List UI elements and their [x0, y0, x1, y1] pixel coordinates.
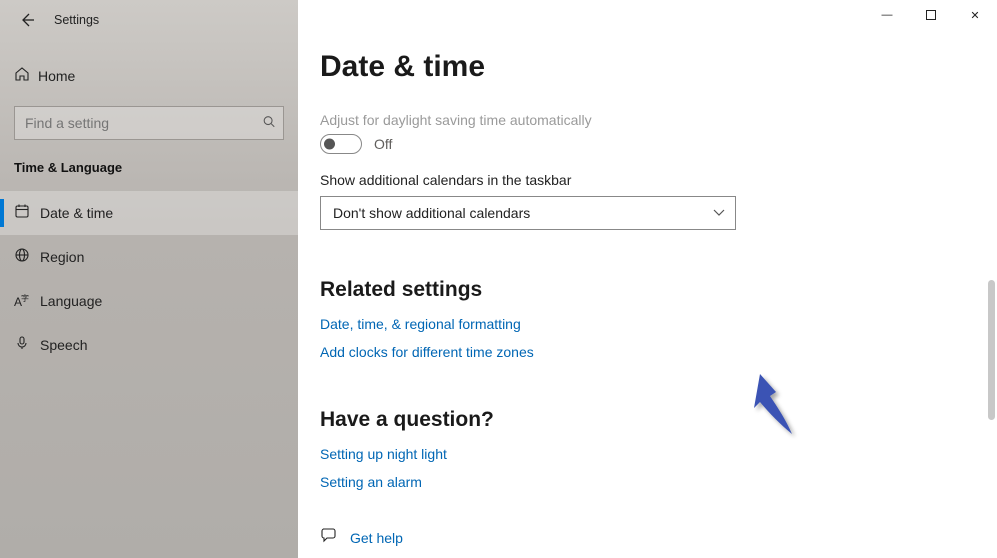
home-icon	[14, 66, 38, 86]
maximize-icon	[926, 10, 936, 20]
nav-item-label: Region	[40, 249, 84, 265]
toggle-knob	[324, 139, 335, 150]
nav-list: Date & time Region A字 Language Speech	[0, 191, 298, 367]
back-arrow-icon	[19, 12, 35, 28]
chevron-down-icon	[713, 206, 725, 220]
nav-item-label: Language	[40, 293, 102, 309]
search-row	[14, 106, 284, 140]
nav-item-label: Speech	[40, 337, 87, 353]
category-heading: Time & Language	[0, 140, 298, 183]
additional-cal-dropdown[interactable]: Don't show additional calendars	[320, 196, 736, 230]
link-add-clocks[interactable]: Add clocks for different time zones	[320, 344, 973, 360]
close-button[interactable]: ✕	[953, 0, 997, 30]
main-content: — ✕ Date & time Adjust for daylight savi…	[298, 0, 997, 558]
nav-speech[interactable]: Speech	[0, 323, 298, 367]
maximize-button[interactable]	[909, 0, 953, 30]
search-input[interactable]	[14, 106, 284, 140]
app-title: Settings	[54, 13, 99, 27]
globe-icon	[14, 247, 40, 267]
home-label: Home	[38, 68, 75, 84]
dst-state: Off	[374, 136, 392, 152]
link-get-help[interactable]: Get help	[350, 530, 403, 546]
nav-language[interactable]: A字 Language	[0, 279, 298, 323]
scrollbar[interactable]	[988, 60, 995, 548]
nav-date-time[interactable]: Date & time	[0, 191, 298, 235]
scroll-thumb[interactable]	[988, 280, 995, 420]
related-heading: Related settings	[320, 278, 973, 302]
window-chrome: — ✕	[865, 0, 997, 30]
dropdown-value: Don't show additional calendars	[333, 205, 530, 221]
clock-icon	[14, 203, 40, 223]
link-setting-alarm[interactable]: Setting an alarm	[320, 474, 973, 490]
question-heading: Have a question?	[320, 408, 973, 432]
dst-toggle[interactable]	[320, 134, 362, 154]
nav-region[interactable]: Region	[0, 235, 298, 279]
page-title: Date & time	[320, 50, 973, 84]
mic-icon	[14, 335, 40, 355]
dst-label: Adjust for daylight saving time automati…	[320, 112, 973, 128]
sidebar: Settings Home Time & Language	[0, 0, 298, 558]
additional-cal-label: Show additional calendars in the taskbar	[320, 172, 973, 188]
language-icon: A字	[14, 293, 40, 309]
link-night-light[interactable]: Setting up night light	[320, 446, 973, 462]
minimize-button[interactable]: —	[865, 0, 909, 30]
back-button[interactable]	[10, 3, 44, 37]
help-icon	[320, 526, 338, 549]
home-nav[interactable]: Home	[0, 56, 298, 96]
nav-item-label: Date & time	[40, 205, 113, 221]
link-regional-formatting[interactable]: Date, time, & regional formatting	[320, 316, 973, 332]
